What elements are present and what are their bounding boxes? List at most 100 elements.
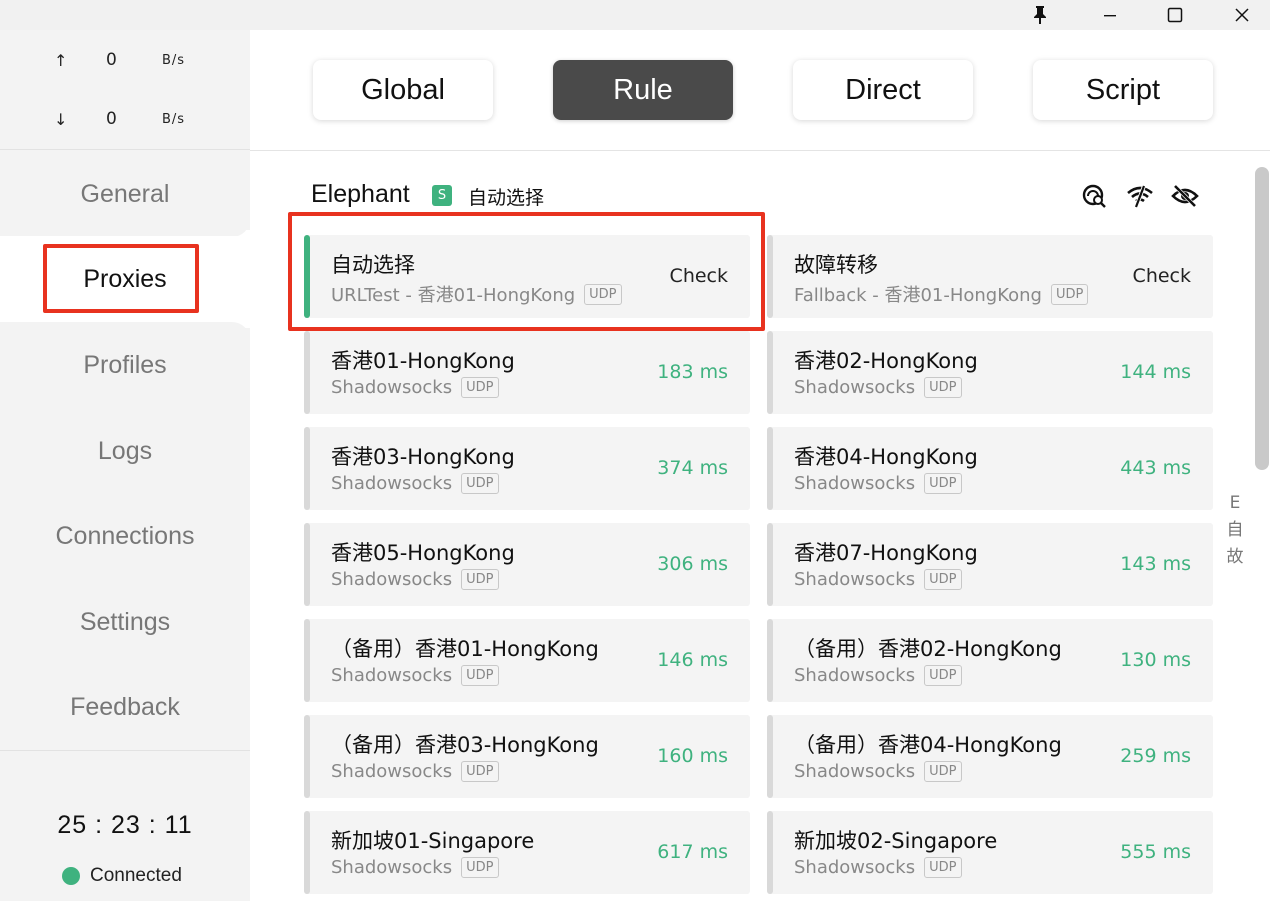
proxy-card-body: （备用）香港01-HongKong Shadowsocks UDP 146 ms <box>316 619 750 702</box>
proxy-delay[interactable]: 374 ms <box>657 457 728 479</box>
proxy-type-text: Shadowsocks <box>331 665 453 686</box>
udp-badge: UDP <box>461 377 499 398</box>
wifi-off-icon[interactable] <box>1126 182 1154 210</box>
maximize-icon[interactable] <box>1150 0 1200 30</box>
udp-badge: UDP <box>461 569 499 590</box>
sidebar-item-logs[interactable]: Logs <box>0 408 250 494</box>
download-arrow-icon: ↓ <box>54 110 68 129</box>
proxy-name: （备用）香港02-HongKong <box>794 637 1062 661</box>
close-icon[interactable] <box>1217 0 1267 30</box>
proxy-type-text: Shadowsocks <box>331 857 453 878</box>
proxy-delay[interactable]: 130 ms <box>1120 649 1191 671</box>
latency-search-icon[interactable] <box>1081 182 1109 210</box>
sidebar-item-connections[interactable]: Connections <box>0 493 250 579</box>
proxy-card-body: 香港07-HongKong Shadowsocks UDP 143 ms <box>779 523 1213 606</box>
proxy-delay[interactable]: 144 ms <box>1120 361 1191 383</box>
status-panel: 25 : 23 : 11 Connected <box>0 750 250 901</box>
proxy-delay[interactable]: 143 ms <box>1120 553 1191 575</box>
sidebar-item-general[interactable]: General <box>0 151 250 237</box>
proxy-type-text: Fallback - 香港01-HongKong <box>794 285 1042 306</box>
pin-icon[interactable] <box>1015 0 1065 30</box>
udp-badge: UDP <box>924 665 962 686</box>
connection-status[interactable]: Connected <box>62 865 182 887</box>
proxy-card[interactable]: 故障转移 Fallback - 香港01-HongKong UDP Check <box>767 235 1213 318</box>
proxy-card[interactable]: 香港07-HongKong Shadowsocks UDP 143 ms <box>767 523 1213 606</box>
proxy-card[interactable]: 香港01-HongKong Shadowsocks UDP 183 ms <box>304 331 750 414</box>
sidebar-item-feedback[interactable]: Feedback <box>0 664 250 750</box>
proxy-name: （备用）香港04-HongKong <box>794 733 1062 757</box>
group-type-badge: S <box>432 185 452 206</box>
scrollbar-thumb[interactable] <box>1255 167 1269 470</box>
proxy-group-name[interactable]: Elephant <box>311 180 410 209</box>
udp-badge: UDP <box>461 473 499 494</box>
proxy-delay[interactable]: 160 ms <box>657 745 728 767</box>
udp-badge: UDP <box>461 761 499 782</box>
connected-dot-icon <box>62 867 80 885</box>
proxy-card[interactable]: 新加坡01-Singapore Shadowsocks UDP 617 ms <box>304 811 750 894</box>
proxy-card[interactable]: （备用）香港04-HongKong Shadowsocks UDP 259 ms <box>767 715 1213 798</box>
proxy-name: （备用）香港01-HongKong <box>331 637 599 661</box>
selection-indicator <box>304 619 310 702</box>
proxy-type-text: URLTest - 香港01-HongKong <box>331 285 576 306</box>
proxy-name: 香港07-HongKong <box>794 541 978 565</box>
proxy-name: 香港03-HongKong <box>331 445 515 469</box>
proxy-delay[interactable]: 259 ms <box>1120 745 1191 767</box>
mode-rule-button[interactable]: Rule <box>553 60 733 120</box>
sidebar-item-settings[interactable]: Settings <box>0 579 250 665</box>
proxy-card-body: 香港04-HongKong Shadowsocks UDP 443 ms <box>779 427 1213 510</box>
proxy-type: Shadowsocks UDP <box>794 473 962 494</box>
proxy-delay[interactable]: 146 ms <box>657 649 728 671</box>
udp-badge: UDP <box>924 473 962 494</box>
proxy-card-body: 香港05-HongKong Shadowsocks UDP 306 ms <box>316 523 750 606</box>
proxy-delay[interactable]: 306 ms <box>657 553 728 575</box>
proxy-card[interactable]: 自动选择 URLTest - 香港01-HongKong UDP Check <box>304 235 750 318</box>
proxy-delay[interactable]: 555 ms <box>1120 841 1191 863</box>
proxy-type: URLTest - 香港01-HongKong UDP <box>331 281 622 307</box>
proxy-delay[interactable]: 617 ms <box>657 841 728 863</box>
selection-indicator <box>767 331 773 414</box>
download-unit: B/s <box>162 112 186 127</box>
proxy-card[interactable]: （备用）香港01-HongKong Shadowsocks UDP 146 ms <box>304 619 750 702</box>
upload-speed: ↑ 0 B/s <box>0 46 250 76</box>
proxy-delay[interactable]: 183 ms <box>657 361 728 383</box>
proxy-type: Shadowsocks UDP <box>794 665 962 686</box>
check-button[interactable]: Check <box>1133 265 1191 287</box>
side-index-item[interactable]: 故 <box>1222 544 1248 571</box>
proxy-card-body: （备用）香港04-HongKong Shadowsocks UDP 259 ms <box>779 715 1213 798</box>
proxy-card-body: （备用）香港02-HongKong Shadowsocks UDP 130 ms <box>779 619 1213 702</box>
udp-badge: UDP <box>924 857 962 878</box>
side-index-item[interactable]: 自 <box>1222 517 1248 544</box>
proxy-card-body: 香港02-HongKong Shadowsocks UDP 144 ms <box>779 331 1213 414</box>
upload-arrow-icon: ↑ <box>54 51 68 70</box>
udp-badge: UDP <box>584 283 622 305</box>
mode-script-button[interactable]: Script <box>1033 60 1213 120</box>
proxy-card[interactable]: 香港04-HongKong Shadowsocks UDP 443 ms <box>767 427 1213 510</box>
proxy-type-text: Shadowsocks <box>331 377 453 398</box>
proxy-type-text: Shadowsocks <box>794 377 916 398</box>
check-button[interactable]: Check <box>670 265 728 287</box>
sidebar-item-proxies[interactable]: Proxies <box>0 236 250 322</box>
proxy-name: 香港01-HongKong <box>331 349 515 373</box>
proxy-name: 自动选择 <box>331 253 415 277</box>
download-speed: ↓ 0 B/s <box>0 105 250 135</box>
eye-off-icon[interactable] <box>1171 182 1199 210</box>
minimize-icon[interactable] <box>1085 0 1135 30</box>
mode-direct-button[interactable]: Direct <box>793 60 973 120</box>
proxy-type: Shadowsocks UDP <box>331 569 499 590</box>
group-current-proxy: 自动选择 <box>468 187 545 209</box>
proxy-name: 香港05-HongKong <box>331 541 515 565</box>
proxy-card[interactable]: 香港02-HongKong Shadowsocks UDP 144 ms <box>767 331 1213 414</box>
proxy-card[interactable]: （备用）香港03-HongKong Shadowsocks UDP 160 ms <box>304 715 750 798</box>
proxy-type-text: Shadowsocks <box>331 761 453 782</box>
proxy-type: Shadowsocks UDP <box>331 665 499 686</box>
proxy-delay[interactable]: 443 ms <box>1120 457 1191 479</box>
mode-global-button[interactable]: Global <box>313 60 493 120</box>
proxy-card[interactable]: 新加坡02-Singapore Shadowsocks UDP 555 ms <box>767 811 1213 894</box>
udp-badge: UDP <box>461 857 499 878</box>
proxy-name: 香港02-HongKong <box>794 349 978 373</box>
proxy-card[interactable]: （备用）香港02-HongKong Shadowsocks UDP 130 ms <box>767 619 1213 702</box>
sidebar-item-profiles[interactable]: Profiles <box>0 322 250 408</box>
proxy-card[interactable]: 香港03-HongKong Shadowsocks UDP 374 ms <box>304 427 750 510</box>
proxy-card[interactable]: 香港05-HongKong Shadowsocks UDP 306 ms <box>304 523 750 606</box>
side-index-item[interactable]: E <box>1222 490 1248 517</box>
